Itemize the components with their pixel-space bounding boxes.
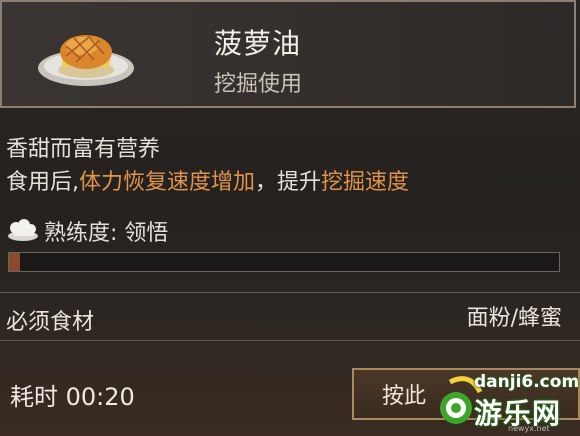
proficiency-label: 熟练度: 领悟	[44, 221, 169, 246]
watermark-url: danji6.com	[474, 372, 580, 392]
proficiency-row: 熟练度: 领悟	[6, 216, 168, 246]
cooking-time: 耗时 00:20	[10, 383, 135, 411]
desc-text: ，提升	[255, 170, 322, 195]
divider	[0, 292, 580, 293]
pineapple-bun-dish-icon	[38, 35, 134, 86]
item-name: 菠萝油	[214, 27, 302, 60]
ingredients-label: 必须食材	[6, 310, 95, 335]
watermark-small-url: newyx.net	[508, 424, 550, 433]
desc-text: 食用后,	[6, 170, 79, 195]
ingredients-value: 面粉/蜂蜜	[466, 306, 562, 331]
item-description-line2: 食用后,体力恢复速度增加，提升挖掘速度	[6, 164, 409, 196]
chef-hat-icon	[8, 219, 38, 241]
item-header: 菠萝油 挖掘使用	[0, 0, 576, 108]
proficiency-progress-fill	[9, 253, 20, 271]
proficiency-progress-bar	[8, 252, 560, 272]
divider	[0, 340, 580, 341]
cook-button-label: 按此	[382, 384, 427, 409]
item-usage: 挖掘使用	[214, 72, 303, 97]
item-description-line1: 香甜而富有营养	[6, 137, 161, 162]
desc-highlight-stamina: 体力恢复速度增加	[79, 170, 256, 195]
desc-highlight-dig-speed: 挖掘速度	[321, 170, 410, 195]
